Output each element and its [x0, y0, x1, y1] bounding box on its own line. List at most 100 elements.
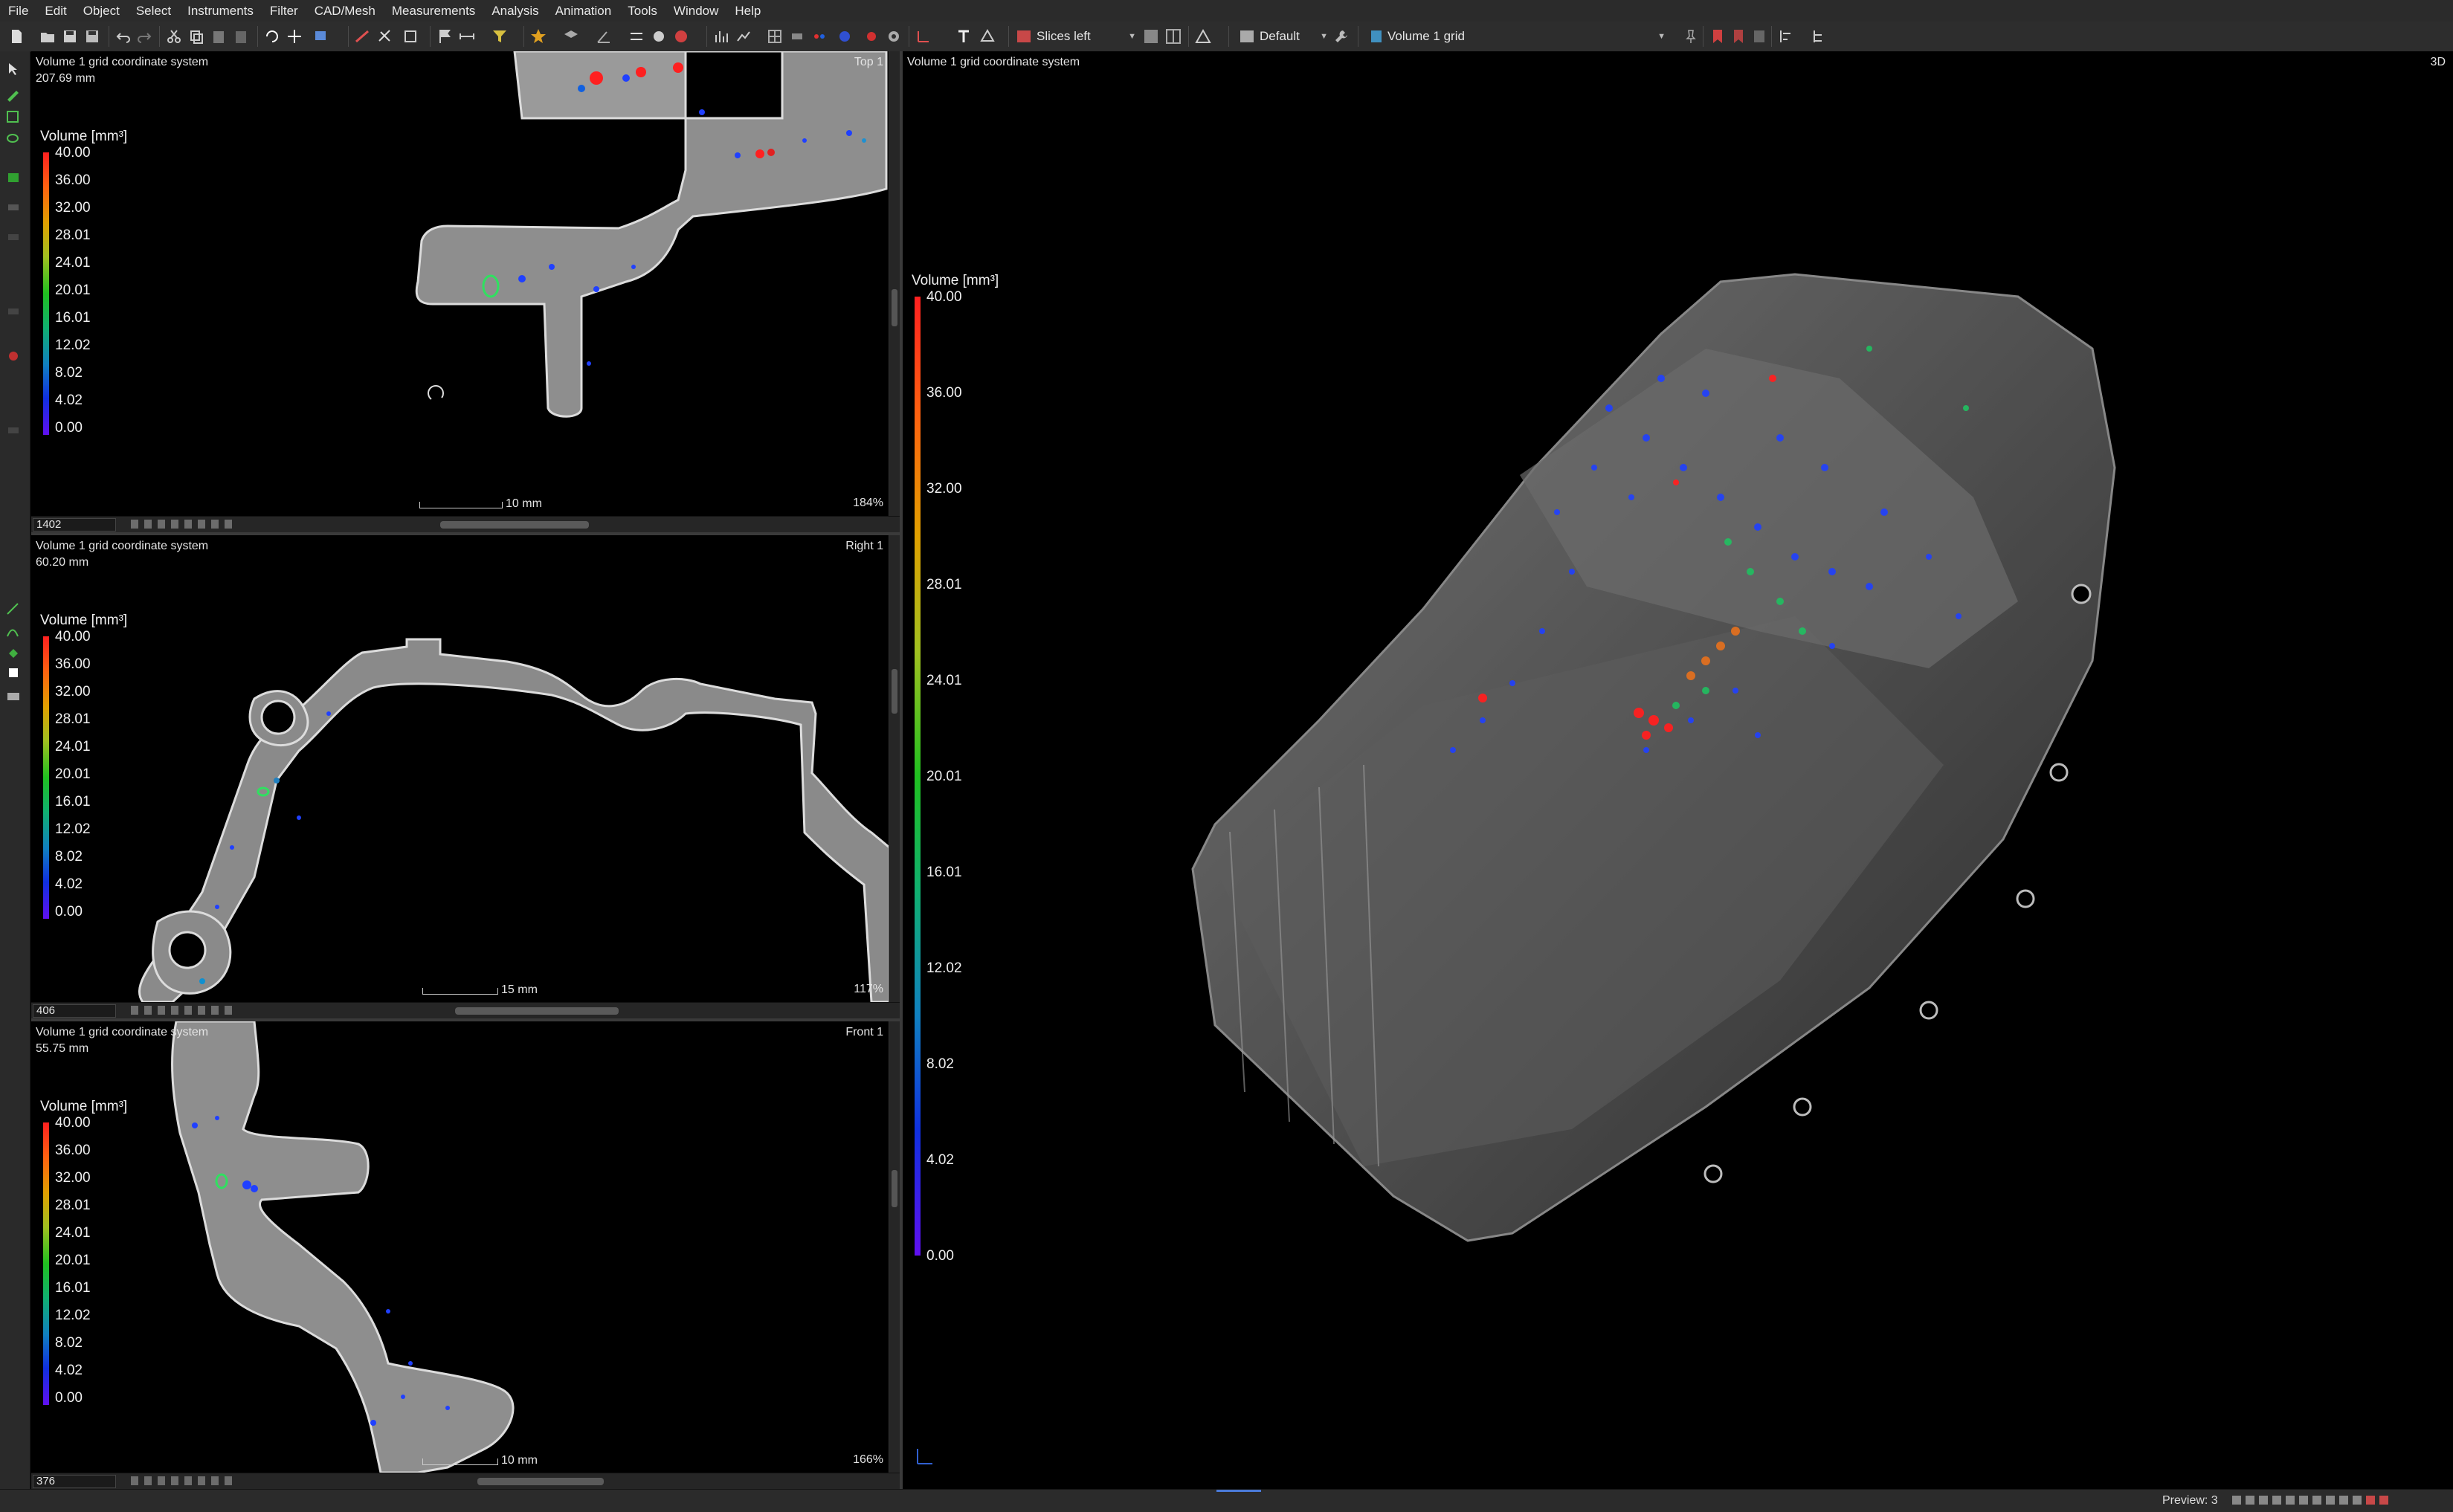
menu-window[interactable]: Window: [665, 0, 726, 22]
line-tool-icon[interactable]: [5, 601, 22, 616]
menu-animation[interactable]: Animation: [547, 0, 620, 22]
eraser-icon[interactable]: [5, 230, 22, 245]
pin-icon[interactable]: [1682, 28, 1700, 45]
settings-gear-icon[interactable]: [885, 28, 903, 45]
slice-slider-thumb[interactable]: [477, 1478, 604, 1485]
defect-icon[interactable]: [836, 28, 854, 45]
object-combo[interactable]: Volume 1 grid ▼: [1371, 27, 1683, 46]
cut-icon[interactable]: [165, 28, 183, 45]
annotation-icon[interactable]: [979, 28, 996, 45]
scroll-thumb[interactable]: [892, 1170, 897, 1207]
star-icon[interactable]: [529, 28, 547, 45]
menu-filter[interactable]: Filter: [262, 0, 306, 22]
profile-combo[interactable]: Default ▼: [1240, 27, 1328, 46]
view-select-icon[interactable]: [312, 28, 330, 45]
warning-triangle-icon[interactable]: [1194, 28, 1212, 45]
slice-number-input[interactable]: 1402: [33, 518, 116, 532]
redo-icon[interactable]: [135, 28, 153, 45]
front-slice-view[interactable]: Volume 1 grid coordinate system 55.75 mm…: [31, 1021, 900, 1489]
inclusion-icon[interactable]: [863, 28, 880, 45]
chevron-down-icon: ▼: [1128, 32, 1136, 41]
scroll-thumb[interactable]: [892, 669, 897, 714]
menu-file[interactable]: File: [0, 0, 36, 22]
copy-icon[interactable]: [187, 28, 205, 45]
filter-funnel-icon[interactable]: [491, 28, 509, 45]
bookmark-remove-icon[interactable]: [1730, 28, 1747, 45]
slice-number-input[interactable]: 376: [33, 1475, 116, 1488]
angle-icon[interactable]: [595, 28, 613, 45]
slice-vertical-scrollbar[interactable]: [889, 1021, 900, 1473]
status-icons[interactable]: [2232, 1496, 2388, 1505]
tree-icon[interactable]: [1810, 28, 1828, 45]
color-swatch-icon[interactable]: [5, 665, 22, 680]
segment-icon[interactable]: [5, 304, 22, 319]
align-icon[interactable]: [1777, 28, 1795, 45]
slice-tool-icons[interactable]: [131, 1006, 232, 1016]
layout-split-icon[interactable]: [1164, 28, 1182, 45]
3d-view[interactable]: Volume 1 grid coordinate system 3D Volum…: [903, 51, 2453, 1489]
grid-align-icon[interactable]: [628, 28, 645, 45]
brush-icon[interactable]: [5, 200, 22, 215]
rectangle-select-icon[interactable]: [5, 109, 22, 124]
porosity-icon[interactable]: [810, 28, 828, 45]
bookmark-list-icon[interactable]: [1750, 28, 1768, 45]
legend-tick: 20.01: [55, 766, 91, 782]
pan-tool-icon[interactable]: [286, 28, 303, 45]
slice-vertical-scrollbar[interactable]: [889, 535, 900, 1002]
menu-cad-mesh[interactable]: CAD/Mesh: [306, 0, 384, 22]
menu-measurements[interactable]: Measurements: [384, 0, 483, 22]
delete-icon[interactable]: [232, 28, 250, 45]
paste-icon[interactable]: [210, 28, 228, 45]
slice-slider-thumb[interactable]: [440, 521, 589, 529]
save-icon[interactable]: [61, 28, 79, 45]
menu-select[interactable]: Select: [128, 0, 179, 22]
clip-icon[interactable]: [402, 28, 419, 45]
menu-instruments[interactable]: Instruments: [179, 0, 262, 22]
menu-tools[interactable]: Tools: [619, 0, 665, 22]
coordinate-axes-icon[interactable]: [915, 28, 932, 45]
flag-icon[interactable]: [436, 28, 454, 45]
scroll-thumb[interactable]: [892, 289, 897, 326]
distance-icon[interactable]: [458, 28, 476, 45]
layout-grid-icon[interactable]: [1142, 28, 1160, 45]
open-folder-icon[interactable]: [39, 28, 57, 45]
new-file-icon[interactable]: [7, 28, 25, 45]
menu-help[interactable]: Help: [726, 0, 769, 22]
display-options-icon[interactable]: [5, 689, 22, 704]
wall-thickness-icon[interactable]: [788, 28, 806, 45]
crop-icon[interactable]: [5, 423, 22, 438]
ruler-icon[interactable]: [354, 28, 372, 45]
slice-tool-icons[interactable]: [131, 1476, 232, 1487]
menu-analysis[interactable]: Analysis: [483, 0, 547, 22]
slice-slider-thumb[interactable]: [455, 1007, 619, 1015]
wrench-icon[interactable]: [1332, 28, 1350, 45]
render-icon[interactable]: [672, 28, 690, 45]
text-annotation-icon[interactable]: [955, 28, 973, 45]
paint-bucket-icon[interactable]: [5, 349, 22, 364]
slice-vertical-scrollbar[interactable]: [889, 51, 900, 516]
pointer-icon[interactable]: [5, 62, 22, 77]
bookmark-icon[interactable]: [1709, 28, 1727, 45]
slice-number-input[interactable]: 406: [33, 1004, 116, 1018]
menu-edit[interactable]: Edit: [36, 0, 74, 22]
rotate-tool-icon[interactable]: [263, 28, 281, 45]
right-slice-view[interactable]: Volume 1 grid coordinate system 60.20 mm…: [31, 535, 900, 1018]
top-slice-view[interactable]: Volume 1 grid coordinate system 207.69 m…: [31, 51, 900, 532]
measure-icon[interactable]: [376, 28, 394, 45]
layout-combo[interactable]: Slices left ▼: [1017, 27, 1136, 46]
slice-tool-icons[interactable]: [131, 520, 232, 530]
undo-icon[interactable]: [115, 28, 132, 45]
histogram-icon[interactable]: [712, 28, 730, 45]
chart-icon[interactable]: [735, 28, 752, 45]
legend-colorbar: [43, 152, 49, 435]
grid-icon[interactable]: [766, 28, 784, 45]
fill-tool-icon[interactable]: [5, 646, 22, 661]
menu-object[interactable]: Object: [75, 0, 128, 22]
fit-view-icon[interactable]: [650, 28, 668, 45]
magic-wand-icon[interactable]: [5, 170, 22, 185]
pencil-icon[interactable]: [5, 87, 22, 102]
layers-icon[interactable]: [562, 28, 580, 45]
lasso-icon[interactable]: [5, 132, 22, 146]
curve-tool-icon[interactable]: [5, 624, 22, 639]
save-as-icon[interactable]: [83, 28, 101, 45]
